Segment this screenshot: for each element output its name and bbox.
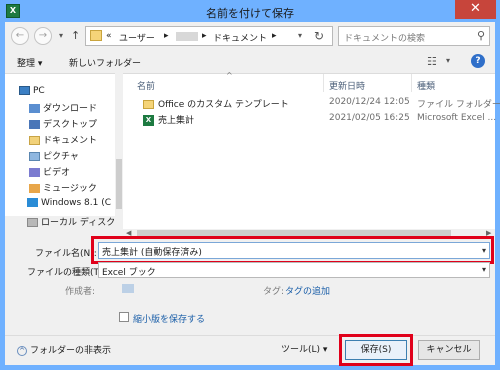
file-name: Office のカスタム テンプレート	[158, 100, 289, 110]
desktop-icon	[29, 120, 40, 129]
column-divider[interactable]	[323, 74, 324, 92]
column-header-date[interactable]: 更新日時	[329, 74, 365, 92]
address-folder-icon	[90, 30, 102, 41]
breadcrumb-separator-icon[interactable]: ▸	[164, 31, 169, 41]
view-options-icon[interactable]: ☷	[427, 55, 437, 68]
dialog-body: ← → ▾ ↑ « ユーザー ▸ ▸ ドキュメント ▸ ▾ ↻ ドキュメントの検…	[5, 22, 500, 366]
tools-chevron-down-icon: ▾	[322, 345, 328, 355]
dialog-title: 名前を付けて保存	[206, 7, 294, 20]
cancel-button[interactable]: キャンセル	[418, 340, 480, 360]
breadcrumb-separator-icon[interactable]: ▸	[272, 31, 277, 41]
column-divider[interactable]	[411, 74, 412, 92]
sort-ascending-icon: ^	[226, 71, 233, 80]
nav-item-label: PC	[33, 86, 45, 96]
filetype-select[interactable]: Excel ブック ▾	[98, 262, 490, 278]
nav-item-label: Windows 8.1 (C	[41, 198, 112, 208]
file-type: ファイル フォルダー	[417, 100, 500, 110]
add-tag-link[interactable]: タグの追加	[285, 284, 330, 297]
breadcrumb-separator-icon[interactable]: ▸	[202, 31, 207, 41]
tools-label: ツール(L)	[281, 345, 321, 355]
navigation-pane: PC ダウンロード デスクトップ ドキュメント ピクチャ ビデオ ミュージック …	[5, 73, 123, 229]
windows-drive-icon	[27, 198, 38, 207]
breadcrumb-user[interactable]: ユーザー	[119, 31, 155, 44]
command-bar: 整理 ▾ 新しいフォルダー ☷ ▾ ?	[5, 51, 495, 73]
column-header-type[interactable]: 種類	[417, 74, 435, 92]
nav-item-desktop[interactable]: デスクトップ	[29, 117, 123, 133]
filetype-chevron-down-icon[interactable]: ▾	[482, 265, 486, 274]
videos-icon	[29, 168, 40, 177]
filetype-label: ファイルの種類(T):	[27, 268, 106, 278]
nav-item-videos[interactable]: ビデオ	[29, 165, 123, 181]
nav-item-label: ピクチャ	[43, 152, 79, 162]
file-list: 名前 ^ 更新日時 種類 Office のカスタム テンプレート 2020/12…	[123, 71, 500, 229]
nav-item-documents[interactable]: ドキュメント	[29, 133, 123, 149]
breadcrumb-username-redacted[interactable]	[176, 32, 198, 41]
new-folder-button[interactable]: 新しいフォルダー	[69, 56, 141, 69]
file-row[interactable]: Office のカスタム テンプレート 2020/12/24 12:05 ファイ…	[123, 95, 500, 111]
organize-menu[interactable]: 整理 ▾	[17, 56, 42, 69]
file-type: Microsoft Excel ...	[417, 113, 497, 123]
author-label: 作成者:	[65, 287, 96, 297]
view-chevron-down-icon[interactable]: ▾	[446, 56, 450, 65]
navigation-scroll-thumb[interactable]	[116, 159, 122, 209]
file-date: 2021/02/05 16:25	[329, 113, 410, 123]
close-button[interactable]: ✕	[455, 0, 496, 19]
folder-icon	[143, 100, 154, 109]
up-arrow-icon[interactable]: ↑	[71, 29, 80, 42]
search-icon[interactable]: ⚲	[477, 29, 485, 42]
divider	[5, 335, 495, 336]
file-date: 2020/12/24 12:05	[329, 97, 410, 107]
nav-item-label: ミュージック	[43, 184, 97, 194]
address-overflow[interactable]: «	[106, 31, 112, 41]
nav-item-label: ローカル ディスク (I	[41, 218, 123, 228]
nav-item-local-disk[interactable]: ローカル ディスク (I	[27, 215, 123, 229]
download-icon	[29, 104, 40, 113]
breadcrumb-documents[interactable]: ドキュメント	[213, 31, 267, 44]
recent-locations-chevron-down-icon[interactable]: ▾	[59, 31, 63, 40]
hide-folders-label: フォルダーの非表示	[30, 346, 112, 356]
nav-item-pc[interactable]: PC	[19, 86, 119, 102]
search-input[interactable]: ドキュメントの検索	[344, 31, 425, 44]
tools-menu[interactable]: ツール(L) ▾	[281, 342, 327, 355]
save-thumbnail-checkbox[interactable]	[119, 312, 129, 322]
filetype-value: Excel ブック	[102, 268, 156, 278]
address-chevron-down-icon[interactable]: ▾	[298, 31, 302, 40]
documents-icon	[29, 136, 40, 145]
refresh-icon[interactable]: ↻	[314, 29, 324, 43]
address-bar[interactable]: « ユーザー ▸ ▸ ドキュメント ▸ ▾ ↻	[85, 26, 333, 46]
file-name-cell: Office のカスタム テンプレート	[143, 97, 289, 110]
hide-folders-button[interactable]: ^ フォルダーの非表示	[17, 343, 111, 356]
save-highlight-box	[339, 334, 413, 366]
filename-highlight-box	[91, 236, 494, 264]
search-box[interactable]: ドキュメントの検索 ⚲	[338, 26, 490, 46]
file-name-cell: X 売上集計	[143, 113, 194, 126]
nav-item-pictures[interactable]: ピクチャ	[29, 149, 123, 165]
column-header-name[interactable]: 名前	[137, 74, 155, 92]
local-disk-icon	[27, 218, 38, 227]
filename-label: ファイル名(N):	[35, 249, 97, 259]
pictures-icon	[29, 152, 40, 161]
nav-item-windows-drive[interactable]: Windows 8.1 (C	[27, 198, 123, 214]
help-icon[interactable]: ?	[471, 54, 485, 68]
excel-file-icon: X	[143, 115, 154, 126]
nav-item-label: ビデオ	[43, 168, 71, 178]
nav-item-label: ドキュメント	[43, 136, 98, 146]
file-name: 売上集計	[158, 116, 195, 126]
pc-icon	[19, 86, 30, 95]
nav-item-label: デスクトップ	[43, 120, 98, 130]
back-icon[interactable]: ←	[11, 27, 29, 45]
chevron-up-icon: ^	[17, 345, 27, 356]
author-value-redacted[interactable]	[122, 284, 134, 293]
title-bar: X 名前を付けて保存 ✕	[0, 0, 500, 22]
save-as-dialog: X 名前を付けて保存 ✕ ← → ▾ ↑ « ユーザー ▸ ▸ ドキュメント ▸…	[0, 0, 500, 370]
nav-item-music[interactable]: ミュージック	[29, 181, 123, 197]
nav-item-downloads[interactable]: ダウンロード	[29, 101, 123, 117]
file-row[interactable]: X 売上集計 2021/02/05 16:25 Microsoft Excel .…	[123, 111, 497, 127]
music-icon	[29, 184, 40, 193]
tags-label: タグ:	[263, 287, 285, 297]
nav-item-label: ダウンロード	[43, 104, 98, 114]
save-thumbnail-label[interactable]: 縮小版を保存する	[133, 312, 205, 325]
forward-icon[interactable]: →	[34, 27, 52, 45]
